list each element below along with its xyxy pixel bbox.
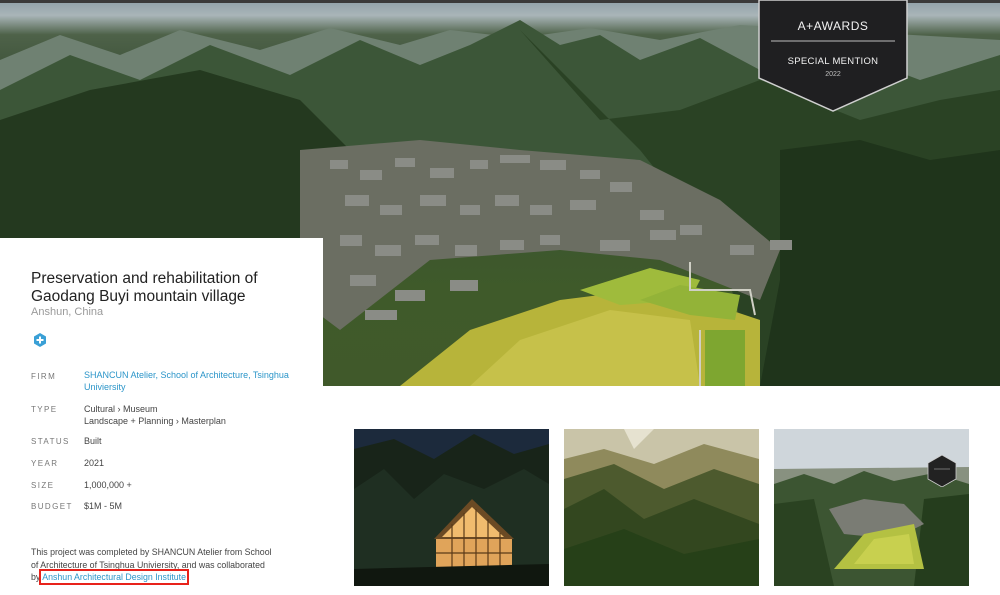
thumbnail-image [354,429,549,586]
type-value-1[interactable]: Cultural › Museum [84,403,304,415]
award-badge-icon [927,455,957,487]
thumbnail-image [564,429,759,586]
project-location: Anshun, China [31,306,104,318]
type-label: TYPE [31,405,58,414]
type-value-2[interactable]: Landscape + Planning › Masterplan [84,415,304,427]
firm-label: FIRM [31,372,57,381]
year-value: 2021 [84,458,105,468]
budget-value: $1M - 5M [84,501,123,511]
plus-icon[interactable] [33,333,47,347]
size-label: SIZE [31,481,55,490]
project-description: This project was completed by SHANCUN At… [31,546,276,585]
size-value: 1,000,000 + [84,480,132,490]
award-name: A+AWARDS [797,19,869,33]
thumbnail-village-aerial[interactable] [774,429,969,586]
project-title: Preservation and rehabilitation of Gaoda… [31,270,258,305]
award-category: SPECIAL MENTION [787,56,879,67]
budget-label: BUDGET [31,502,73,511]
status-label: STATUS [31,437,70,446]
thumbnail-valley-aerial[interactable] [564,429,759,586]
status-value: Built [84,436,102,446]
year-label: YEAR [31,459,59,468]
award-year: 2022 [825,71,841,78]
thumbnail-night-pavilion[interactable] [354,429,549,586]
firm-link[interactable]: SHANCUN Atelier, School of Architecture,… [84,369,299,393]
highlighted-institute-link[interactable]: Anshun Architectural Design Institute [39,569,190,585]
thumbnail-image [774,429,969,586]
award-badge[interactable]: A+AWARDS SPECIAL MENTION 2022 [757,0,909,112]
